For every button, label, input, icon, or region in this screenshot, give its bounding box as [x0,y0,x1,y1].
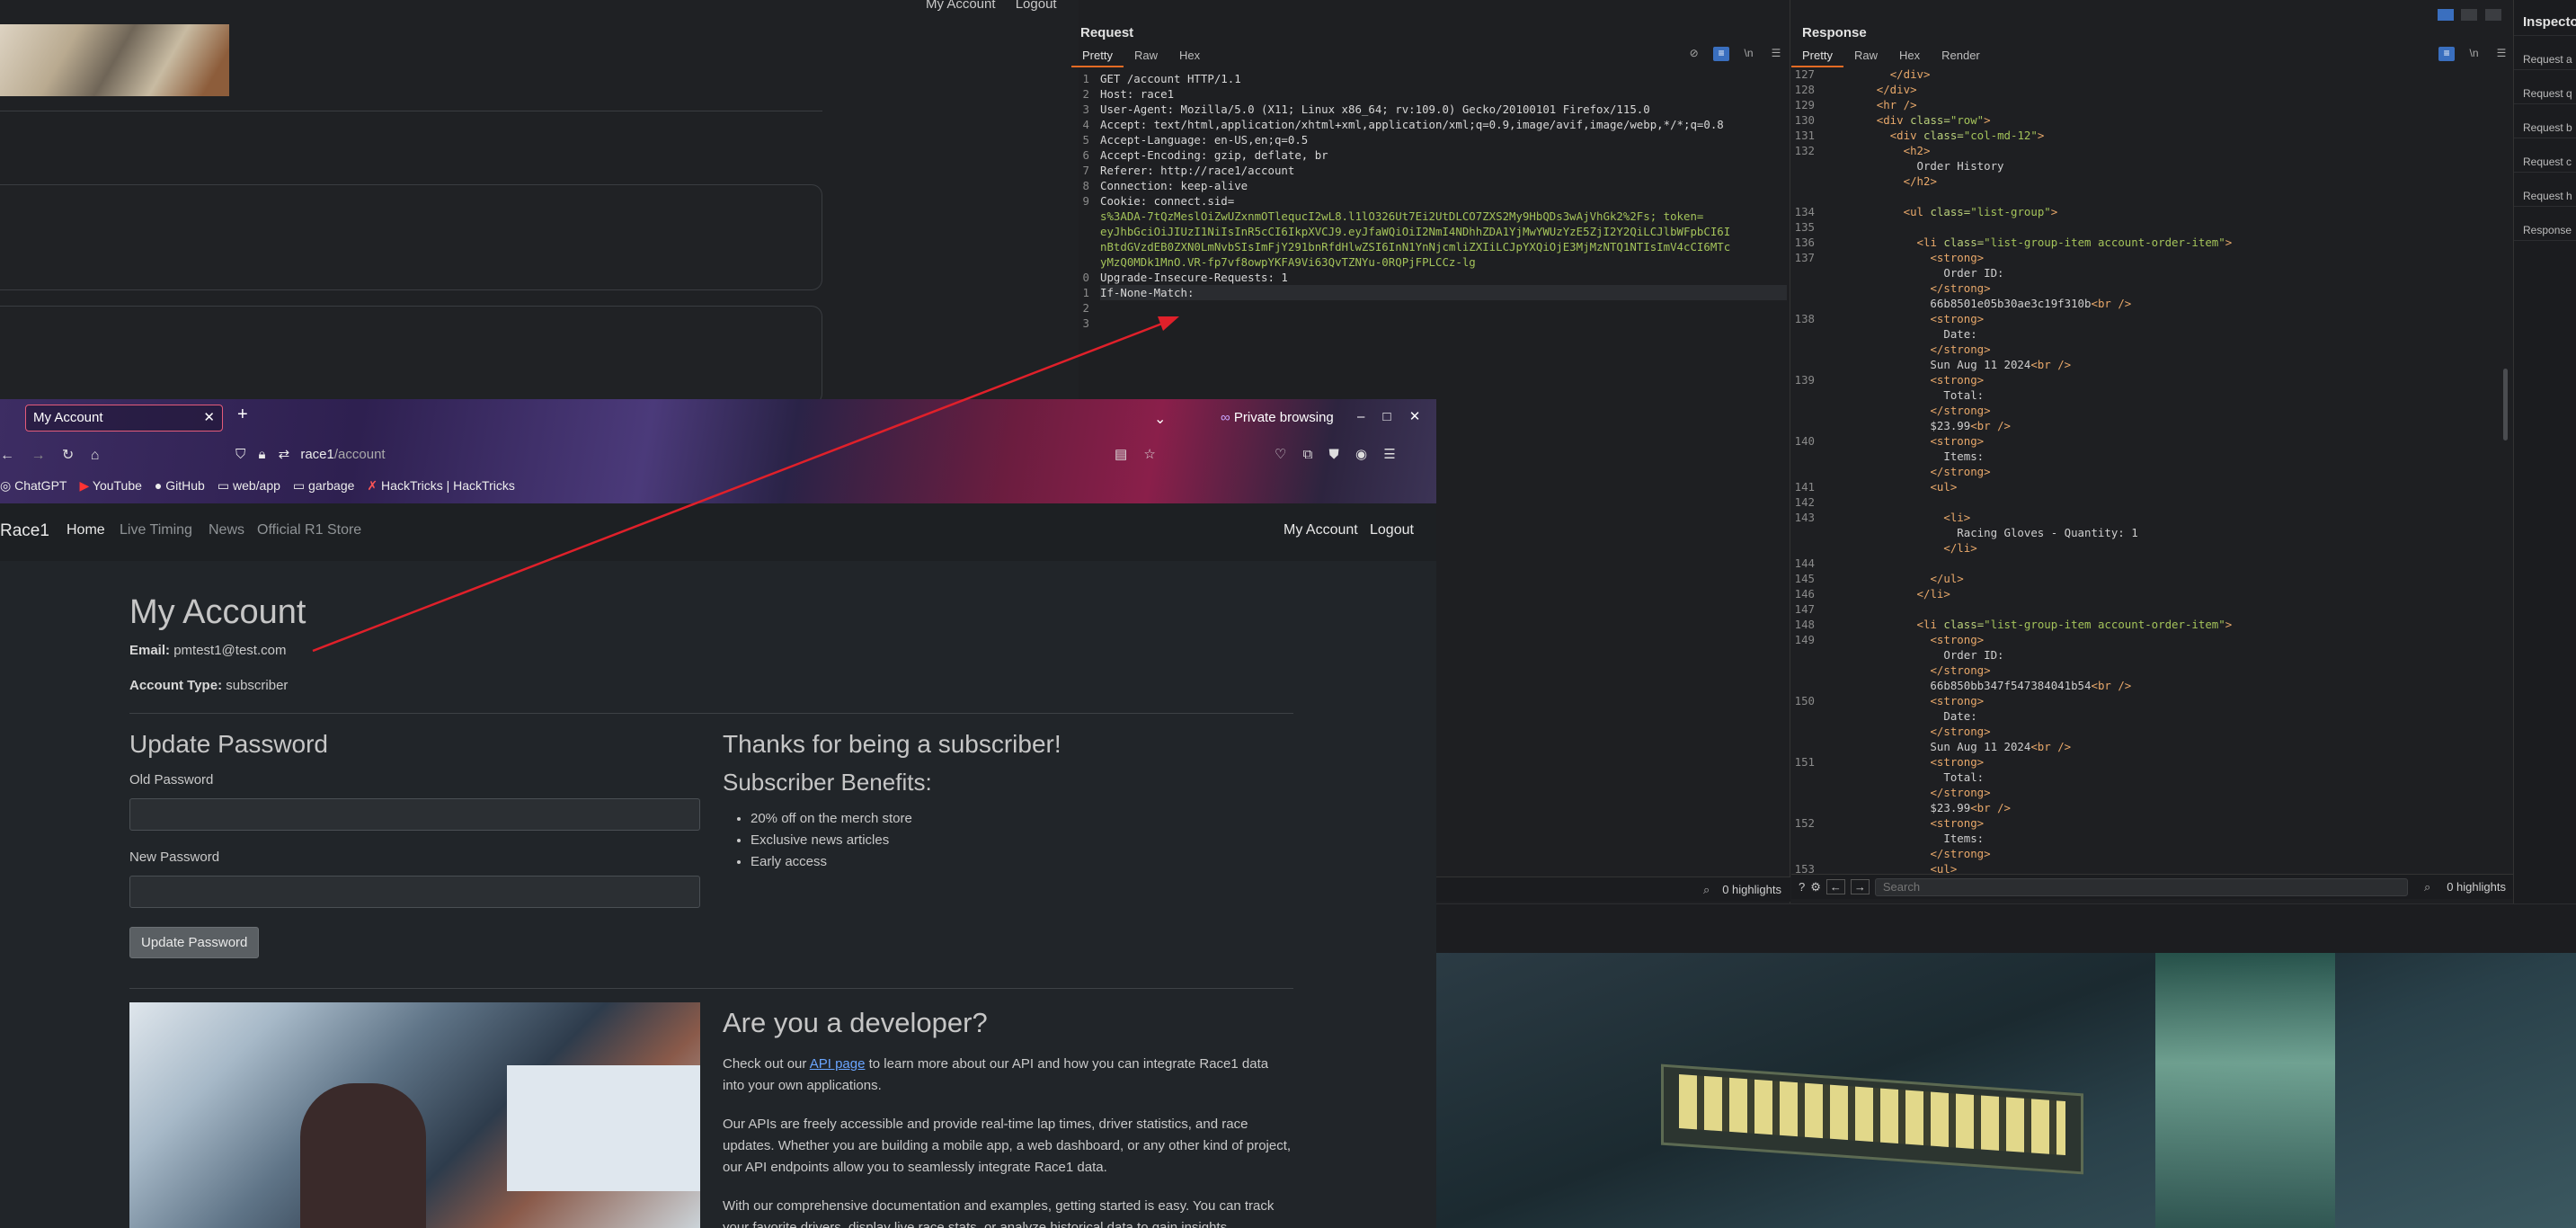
annotation-arrow-head [1158,316,1179,331]
annotation-arrow [312,316,1179,653]
annotation-arrow-line [312,320,1168,653]
